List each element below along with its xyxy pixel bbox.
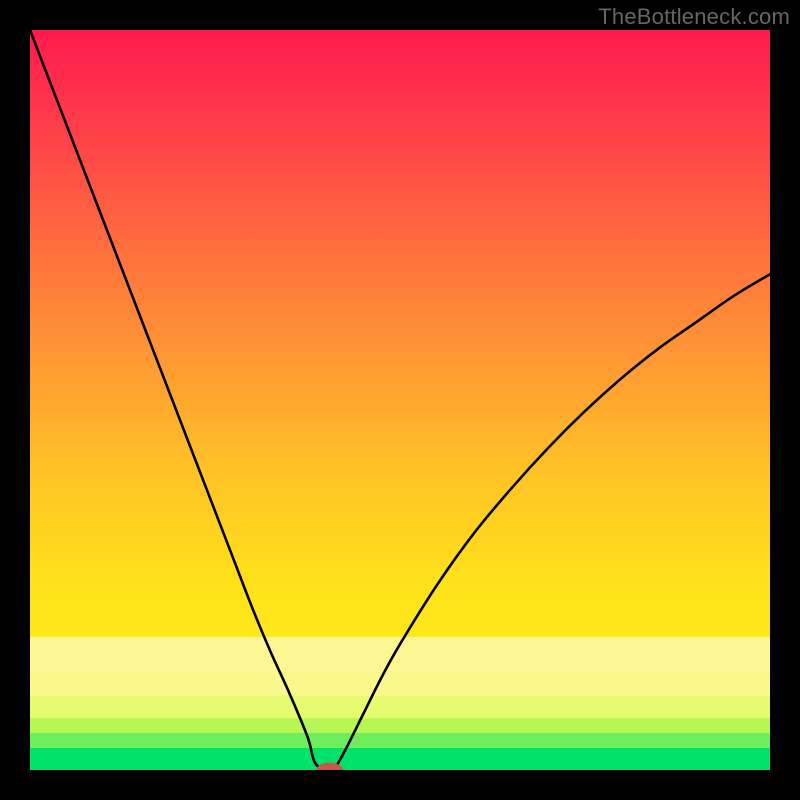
chart-band	[30, 748, 770, 770]
chart-band	[30, 696, 770, 718]
chart-plot-area	[30, 30, 770, 770]
watermark-text: TheBottleneck.com	[598, 4, 790, 30]
chart-band	[30, 733, 770, 748]
chart-frame: TheBottleneck.com	[0, 0, 800, 800]
chart-svg	[30, 30, 770, 770]
chart-band	[30, 674, 770, 696]
chart-bands	[30, 637, 770, 770]
chart-band	[30, 718, 770, 733]
